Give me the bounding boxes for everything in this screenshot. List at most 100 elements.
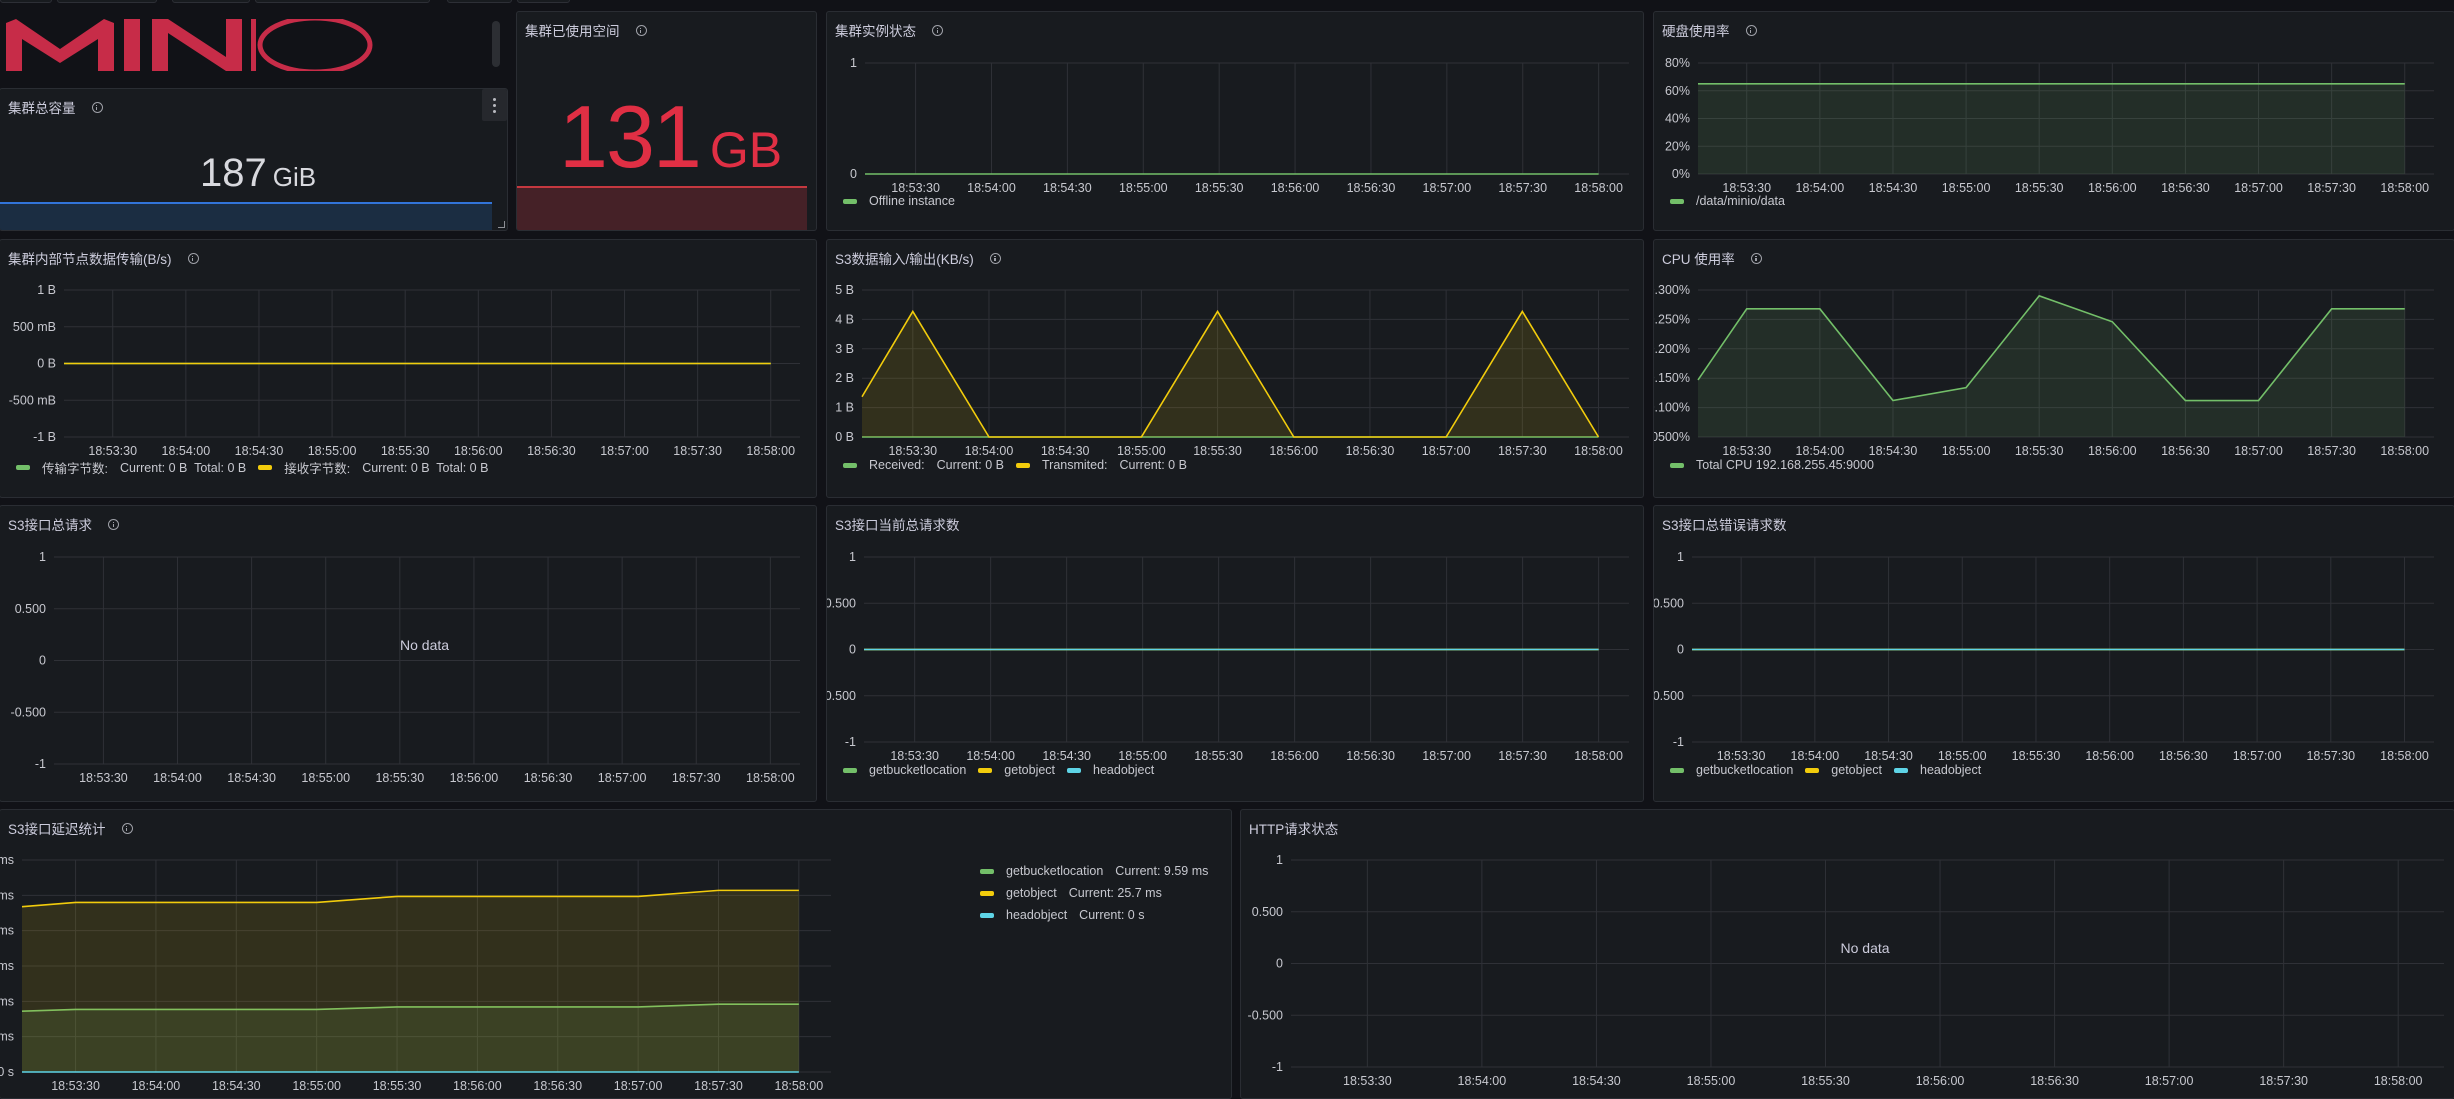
x-tick-label: 18:57:00	[2145, 1074, 2194, 1088]
legend-item[interactable]: 接收字节数: Current: 0 B Total: 0 B	[258, 458, 488, 477]
x-tick-label: 18:55:00	[1938, 749, 1987, 763]
x-tick-label: 18:57:30	[673, 444, 722, 458]
legend-item[interactable]: getobject	[978, 763, 1055, 777]
legend-name: headobject	[1093, 763, 1155, 777]
x-tick-label: 18:56:00	[2085, 749, 2134, 763]
stat-unit: GB	[709, 122, 783, 178]
y-tick-label: 0 s	[0, 1065, 14, 1079]
x-tick-label: 18:57:30	[1498, 749, 1547, 763]
info-icon[interactable]	[635, 24, 647, 36]
x-tick-label: 18:54:00	[1458, 1074, 1507, 1088]
legend-name: getbucketlocation	[869, 763, 967, 777]
chart-s3_current_requests: -1 -0.500 0 0.500 1 18:53:30 18:54:00 18:54:30 1…	[827, 550, 1629, 763]
x-tick-label: 18:58:00	[1574, 749, 1623, 763]
x-tick-label: 18:55:30	[375, 771, 424, 785]
y-tick-label: 0.100%	[1654, 401, 1690, 415]
y-tick-label: 0 B	[835, 430, 854, 444]
y-tick-label: 1	[850, 56, 857, 70]
x-tick-label: 18:57:00	[2234, 444, 2283, 458]
x-tick-label: 18:54:00	[153, 771, 202, 785]
legend-item[interactable]: getobject	[1805, 763, 1882, 777]
x-tick-label: 18:54:30	[1869, 181, 1918, 195]
minio-logo: MINIO	[6, 19, 373, 71]
legend-swatch	[843, 767, 857, 773]
panel-title: 集群已使用空间	[525, 20, 647, 40]
legend-item[interactable]: Transmited: Current: 0 B	[1015, 458, 1187, 472]
x-tick-label: 18:55:00	[1119, 181, 1168, 195]
x-tick-label: 18:56:00	[2088, 181, 2137, 195]
y-tick-label: -0.500	[827, 689, 856, 703]
legend-name: headobject	[1006, 908, 1068, 922]
x-tick-label: 18:54:30	[1864, 749, 1913, 763]
legend-item[interactable]: Received: Current: 0 B	[843, 458, 1004, 472]
x-tick-label: 18:57:30	[2306, 749, 2355, 763]
no-data-label: No data	[400, 636, 450, 653]
panel-menu-button[interactable]	[482, 89, 507, 121]
x-tick-label: 18:57:30	[2307, 444, 2356, 458]
x-tick-label: 18:54:30	[227, 771, 276, 785]
legend-name: getbucketlocation	[1006, 864, 1104, 878]
legend-item[interactable]: 传输字节数: Current: 0 B Total: 0 B	[16, 458, 246, 477]
y-tick-label: 0	[1276, 957, 1283, 971]
info-icon[interactable]	[91, 101, 103, 113]
toolbar-button[interactable]	[172, 0, 250, 3]
legend-item[interactable]: /data/minio/data	[1670, 194, 1785, 208]
x-tick-label: 18:58:00	[746, 444, 795, 458]
y-tick-label: 0.250%	[1654, 312, 1690, 326]
y-tick-label: -0.500	[11, 705, 46, 719]
x-tick-label: 18:53:30	[891, 181, 940, 195]
no-data-label: No data	[1840, 939, 1890, 956]
legend: Total CPU 192.168.255.45:9000	[1670, 458, 1886, 472]
legend: /data/minio/data	[1670, 194, 1797, 208]
x-tick-label: 18:54:00	[967, 181, 1016, 195]
legend-name: Received:	[869, 458, 925, 472]
y-tick-label: 1 B	[835, 401, 854, 415]
x-tick-label: 18:57:00	[614, 1079, 663, 1093]
x-tick-label: 18:55:30	[2015, 444, 2064, 458]
resize-handle[interactable]	[498, 221, 505, 228]
legend-swatch	[1670, 462, 1684, 468]
legend-item[interactable]: getobject Current: 25.7 ms	[980, 886, 1162, 900]
legend-item[interactable]: Total CPU 192.168.255.45:9000	[1670, 458, 1874, 472]
legend-item[interactable]: Offline instance	[843, 194, 955, 208]
panel-http-status: HTTP请求状态 -1 -0.500 0 0.500 1 18:53:30 18:54:00 1…	[1240, 809, 2454, 1099]
legend-item[interactable]: headobject	[1894, 763, 1981, 777]
x-tick-label: 18:53:30	[1722, 181, 1771, 195]
toolbar-button[interactable]	[255, 0, 430, 3]
legend-item[interactable]: getbucketlocation Current: 9.59 ms	[980, 864, 1208, 878]
scrollbar-thumb[interactable]	[492, 21, 500, 67]
panel-cpu-usage: CPU 使用率0.0500%0.100%0.150%0.200%0.250%0.…	[1653, 239, 2454, 498]
x-tick-label: 18:55:30	[381, 444, 430, 458]
legend-item[interactable]: headobject Current: 0 s	[980, 908, 1144, 922]
x-tick-label: 18:57:00	[2234, 181, 2283, 195]
panel-s3-error-requests: S3接口总错误请求数-1-0.50000.500118:53:3018:54:0…	[1653, 505, 2454, 802]
legend: 传输字节数: Current: 0 B Total: 0 B 接收字节数: Curre…	[16, 458, 500, 477]
x-tick-label: 18:58:00	[775, 1079, 824, 1093]
legend: Offline instance	[843, 194, 967, 208]
x-tick-label: 18:54:00	[1791, 749, 1840, 763]
x-tick-label: 18:56:00	[454, 444, 503, 458]
legend-swatch	[980, 912, 994, 918]
y-tick-label: 5 ms	[0, 1030, 14, 1044]
x-tick-label: 18:55:30	[373, 1079, 422, 1093]
x-tick-label: 18:54:30	[1869, 444, 1918, 458]
toolbar-button[interactable]	[57, 0, 157, 3]
legend-name: Transmited:	[1041, 458, 1108, 472]
x-tick-label: 18:56:00	[2088, 444, 2137, 458]
y-tick-label: 0.0500%	[1654, 430, 1690, 444]
x-tick-label: 18:55:00	[1117, 444, 1166, 458]
y-tick-label: 4 B	[835, 312, 854, 326]
legend-item[interactable]: headobject	[1067, 763, 1154, 777]
legend-swatch	[1067, 767, 1082, 773]
toolbar-button[interactable]	[447, 0, 512, 3]
legend-item[interactable]: getbucketlocation	[1670, 763, 1793, 777]
series-area-/data/minio/data	[1698, 83, 2405, 174]
y-tick-label: 1	[39, 550, 46, 564]
y-tick-label: 20 ms	[0, 924, 14, 938]
x-tick-label: 18:56:00	[450, 771, 499, 785]
toolbar-button[interactable]	[517, 0, 570, 3]
legend-name: getobject	[1006, 886, 1057, 900]
legend-item[interactable]: getbucketlocation	[843, 763, 966, 777]
x-tick-label: 18:55:30	[2012, 749, 2061, 763]
toolbar-button[interactable]	[0, 0, 52, 3]
